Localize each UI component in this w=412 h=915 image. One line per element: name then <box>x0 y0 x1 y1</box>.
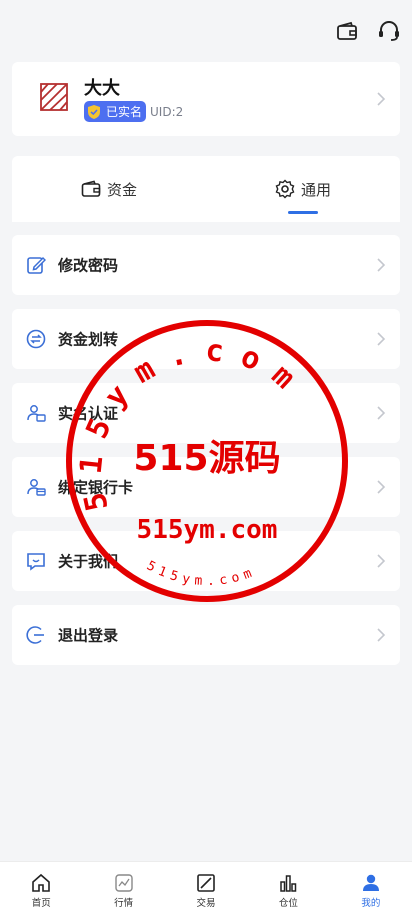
tab-funds[interactable]: 资金 <box>12 156 206 222</box>
user-icon <box>360 872 382 894</box>
headset-icon[interactable] <box>376 18 402 44</box>
menu-item-bind-bank-card[interactable]: 绑定银行卡 <box>12 457 400 517</box>
nav-label: 我的 <box>361 898 381 909</box>
menu-item-logout[interactable]: 退出登录 <box>12 605 400 665</box>
tab-general[interactable]: 通用 <box>206 156 400 222</box>
menu-label: 修改密码 <box>58 256 119 275</box>
tabs-bar: 资金 通用 <box>12 156 400 222</box>
menu-item-fund-transfer[interactable]: 资金划转 <box>12 309 400 369</box>
nav-market[interactable]: 行情 <box>82 862 164 915</box>
menu-item-about-us[interactable]: 关于我们 <box>12 531 400 591</box>
user-id: UID:2 <box>150 104 184 119</box>
bottom-nav: 首页 行情 交易 仓位 我的 <box>0 861 412 915</box>
nav-mine[interactable]: 我的 <box>330 862 412 915</box>
tab-label: 资金 <box>106 180 137 199</box>
verified-label: 已实名 <box>106 105 143 119</box>
nav-label: 首页 <box>31 898 51 909</box>
user-name: 大大 <box>84 78 120 99</box>
menu-label: 资金划转 <box>58 330 119 349</box>
profile-card[interactable]: 大大 已实名 UID:2 <box>12 62 400 136</box>
chevron-right-icon <box>376 331 386 347</box>
menu-label: 关于我们 <box>58 552 119 571</box>
nav-label: 仓位 <box>278 898 298 909</box>
wallet-icon[interactable] <box>334 18 360 44</box>
nav-position[interactable]: 仓位 <box>247 862 329 915</box>
gear-icon <box>275 179 295 199</box>
tab-label: 通用 <box>300 180 331 199</box>
chevron-right-icon <box>376 91 386 107</box>
chat-icon <box>26 551 46 571</box>
nav-label: 交易 <box>196 898 216 909</box>
chart-icon <box>113 872 135 894</box>
chevron-right-icon <box>376 479 386 495</box>
bank-card-icon <box>26 477 46 497</box>
nav-home[interactable]: 首页 <box>0 862 82 915</box>
transfer-icon <box>26 329 46 349</box>
menu-label: 实名认证 <box>58 404 119 423</box>
chevron-right-icon <box>376 553 386 569</box>
profile-meta: 已实名 UID:2 <box>84 101 183 122</box>
top-bar <box>334 18 402 44</box>
chevron-right-icon <box>376 257 386 273</box>
menu-label: 退出登录 <box>58 626 119 645</box>
wallet-icon <box>81 179 101 199</box>
nav-label: 行情 <box>114 898 134 909</box>
chevron-right-icon <box>376 405 386 421</box>
bar-chart-icon <box>277 872 299 894</box>
edit-icon <box>26 255 46 275</box>
shield-icon <box>86 104 102 120</box>
verified-badge: 已实名 <box>84 101 147 122</box>
menu-label: 绑定银行卡 <box>58 478 134 497</box>
chevron-right-icon <box>376 627 386 643</box>
logout-icon <box>26 625 46 645</box>
home-icon <box>30 872 52 894</box>
nav-trade[interactable]: 交易 <box>165 862 247 915</box>
trade-icon <box>195 872 217 894</box>
menu-item-change-password[interactable]: 修改密码 <box>12 235 400 295</box>
app-logo <box>38 80 70 114</box>
id-card-icon <box>26 403 46 423</box>
menu-item-real-name-auth[interactable]: 实名认证 <box>12 383 400 443</box>
